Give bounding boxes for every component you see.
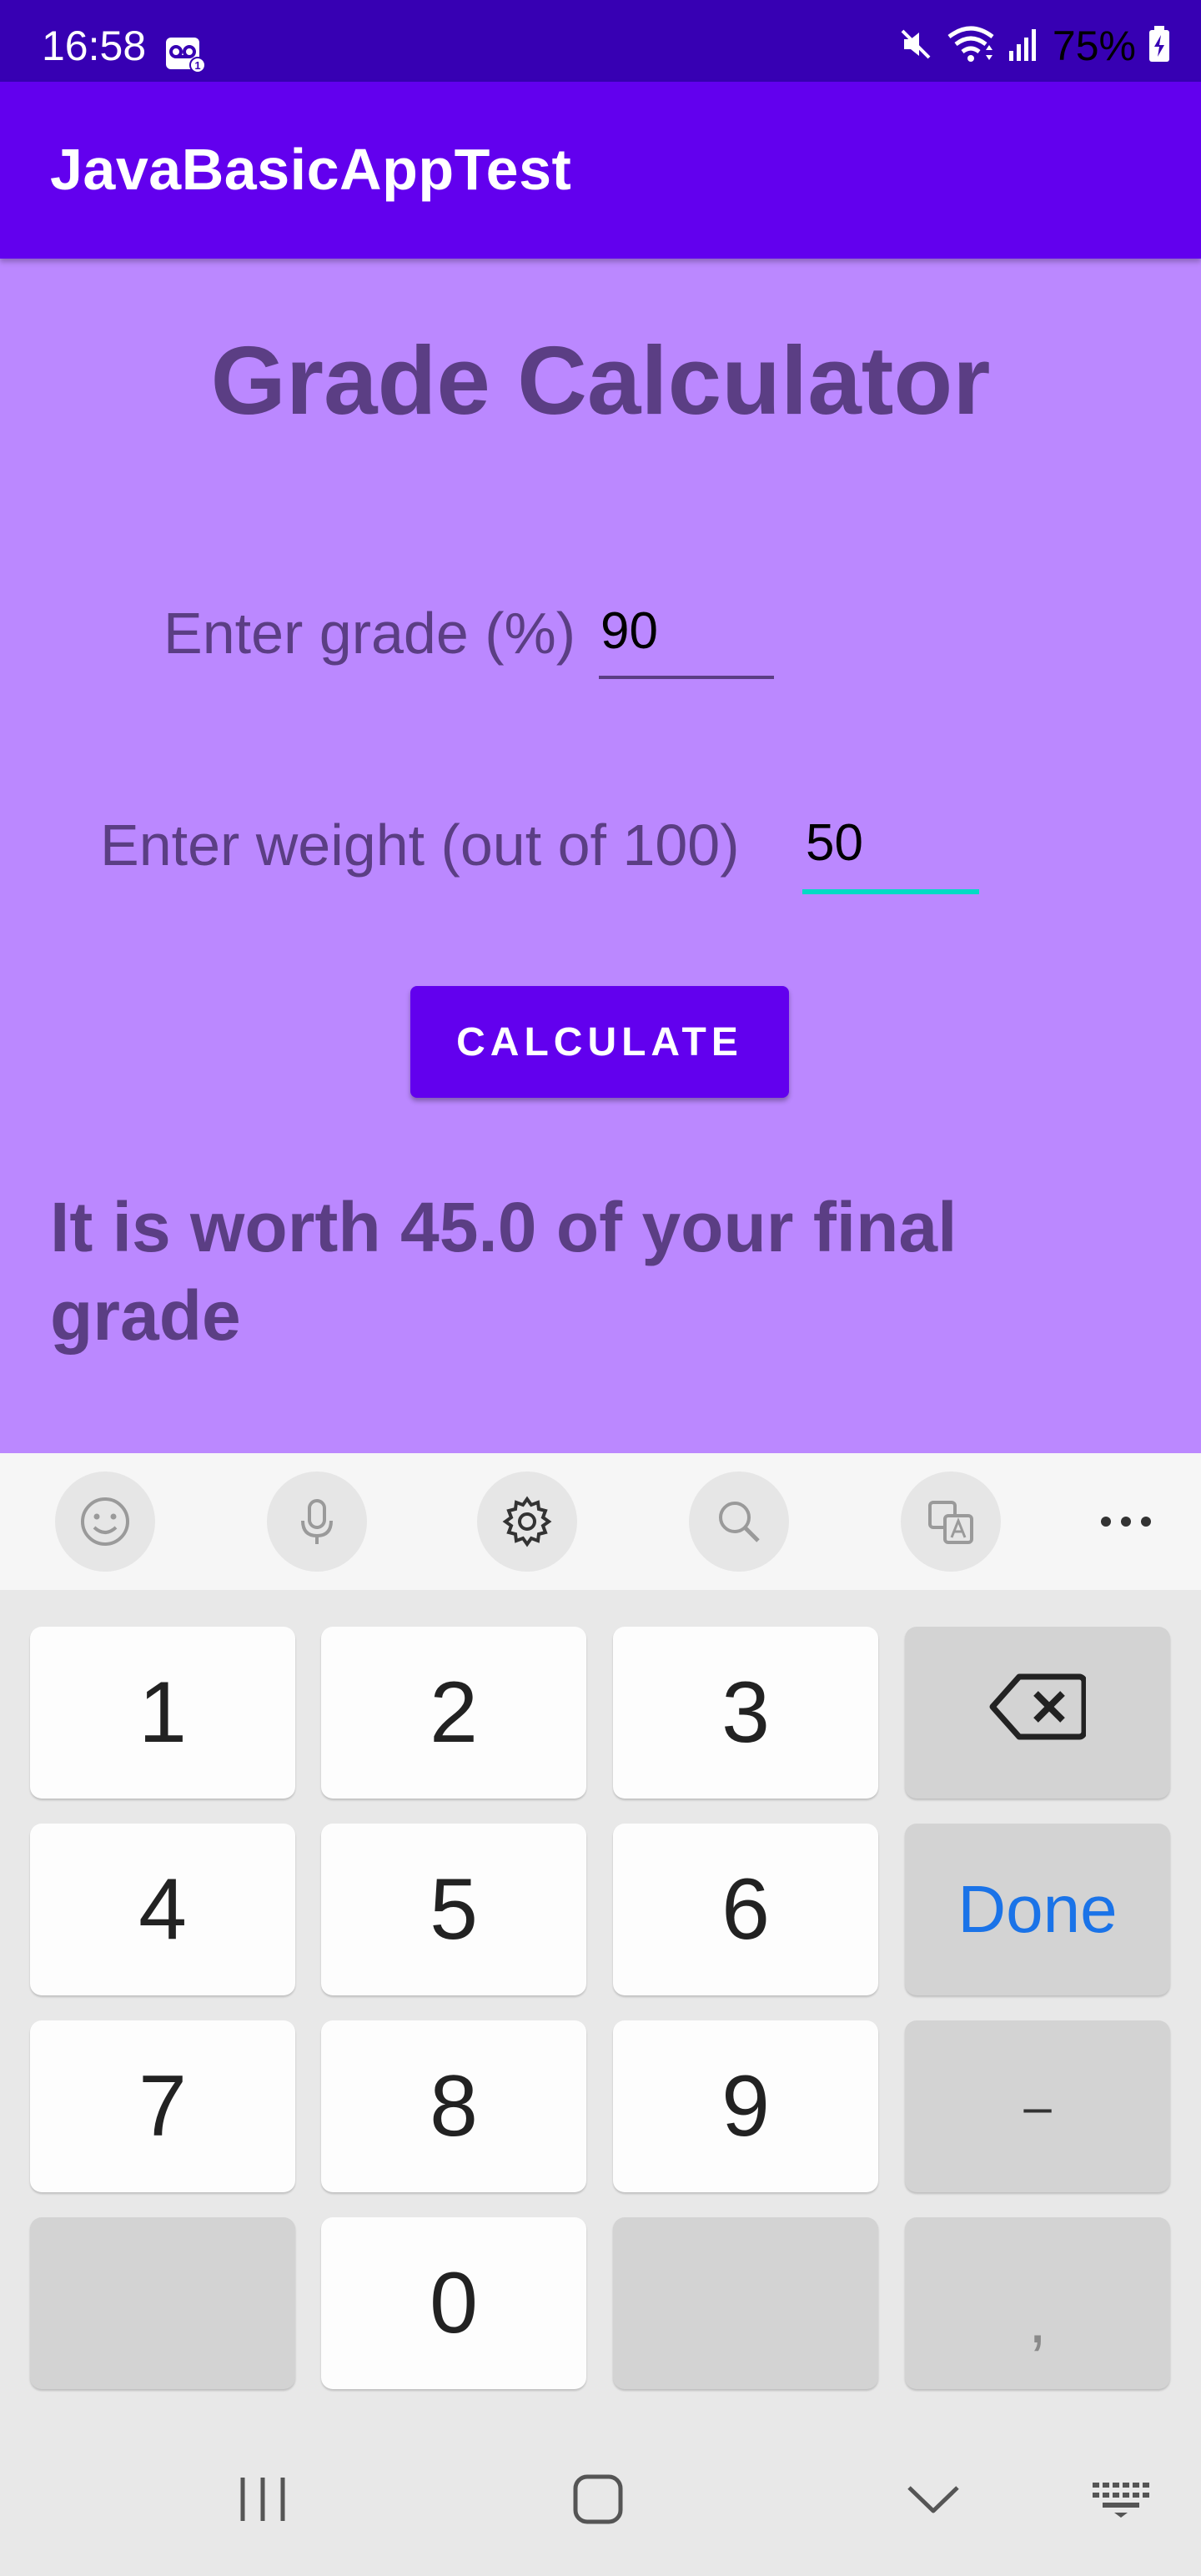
calculate-button[interactable]: CALCULATE	[410, 986, 789, 1098]
backspace-key[interactable]	[905, 1627, 1170, 1799]
blank-key-right	[613, 2217, 878, 2389]
more-icon[interactable]	[1093, 1500, 1159, 1543]
translate-icon[interactable]	[901, 1472, 1001, 1572]
grade-input[interactable]: 90	[600, 606, 658, 657]
result-text: It is worth 45.0 of your final grade	[50, 1188, 957, 1355]
signal-icon	[1008, 26, 1041, 67]
battery-percent: 75%	[1052, 23, 1136, 69]
keyboard-toolbar	[0, 1453, 1201, 1590]
keyboard-switch-icon[interactable]	[1089, 2473, 1153, 2526]
weight-input[interactable]: 50	[806, 818, 863, 869]
app-title: JavaBasicAppTest	[50, 137, 572, 202]
voicemail-icon: 1	[165, 35, 207, 73]
key-2[interactable]: 2	[321, 1627, 586, 1799]
status-time: 16:58	[42, 23, 147, 69]
key-3[interactable]: 3	[613, 1627, 878, 1799]
mute-icon	[897, 26, 934, 67]
svg-text:1: 1	[194, 59, 200, 72]
minus-key[interactable]: –	[905, 2020, 1170, 2192]
page-title: Grade Calculator	[210, 326, 991, 435]
search-icon[interactable]	[689, 1472, 789, 1572]
key-0[interactable]: 0	[321, 2217, 586, 2389]
home-icon[interactable]	[569, 2473, 627, 2526]
blank-key-left	[30, 2217, 295, 2389]
emoji-icon[interactable]	[55, 1472, 155, 1572]
key-5[interactable]: 5	[321, 1824, 586, 1995]
key-7[interactable]: 7	[30, 2020, 295, 2192]
done-key[interactable]: Done	[905, 1824, 1170, 1995]
microphone-icon[interactable]	[267, 1472, 367, 1572]
key-9[interactable]: 9	[613, 2020, 878, 2192]
key-4[interactable]: 4	[30, 1824, 295, 1995]
comma-key[interactable]: ,	[905, 2217, 1170, 2389]
battery-icon	[1148, 25, 1171, 68]
key-8[interactable]: 8	[321, 2020, 586, 2192]
wifi-icon	[946, 25, 996, 68]
hide-keyboard-icon[interactable]	[904, 2473, 962, 2526]
status-icons: 75%	[897, 25, 1171, 67]
key-6[interactable]: 6	[613, 1824, 878, 1995]
weight-label: Enter weight (out of 100)	[100, 813, 740, 878]
grade-label: Enter grade (%)	[163, 601, 576, 666]
weight-input-underline	[802, 889, 979, 894]
recent-apps-icon[interactable]	[234, 2473, 292, 2526]
backspace-icon	[989, 1663, 1088, 1763]
key-1[interactable]: 1	[30, 1627, 295, 1799]
settings-icon[interactable]	[477, 1472, 577, 1572]
grade-input-underline	[599, 676, 774, 679]
